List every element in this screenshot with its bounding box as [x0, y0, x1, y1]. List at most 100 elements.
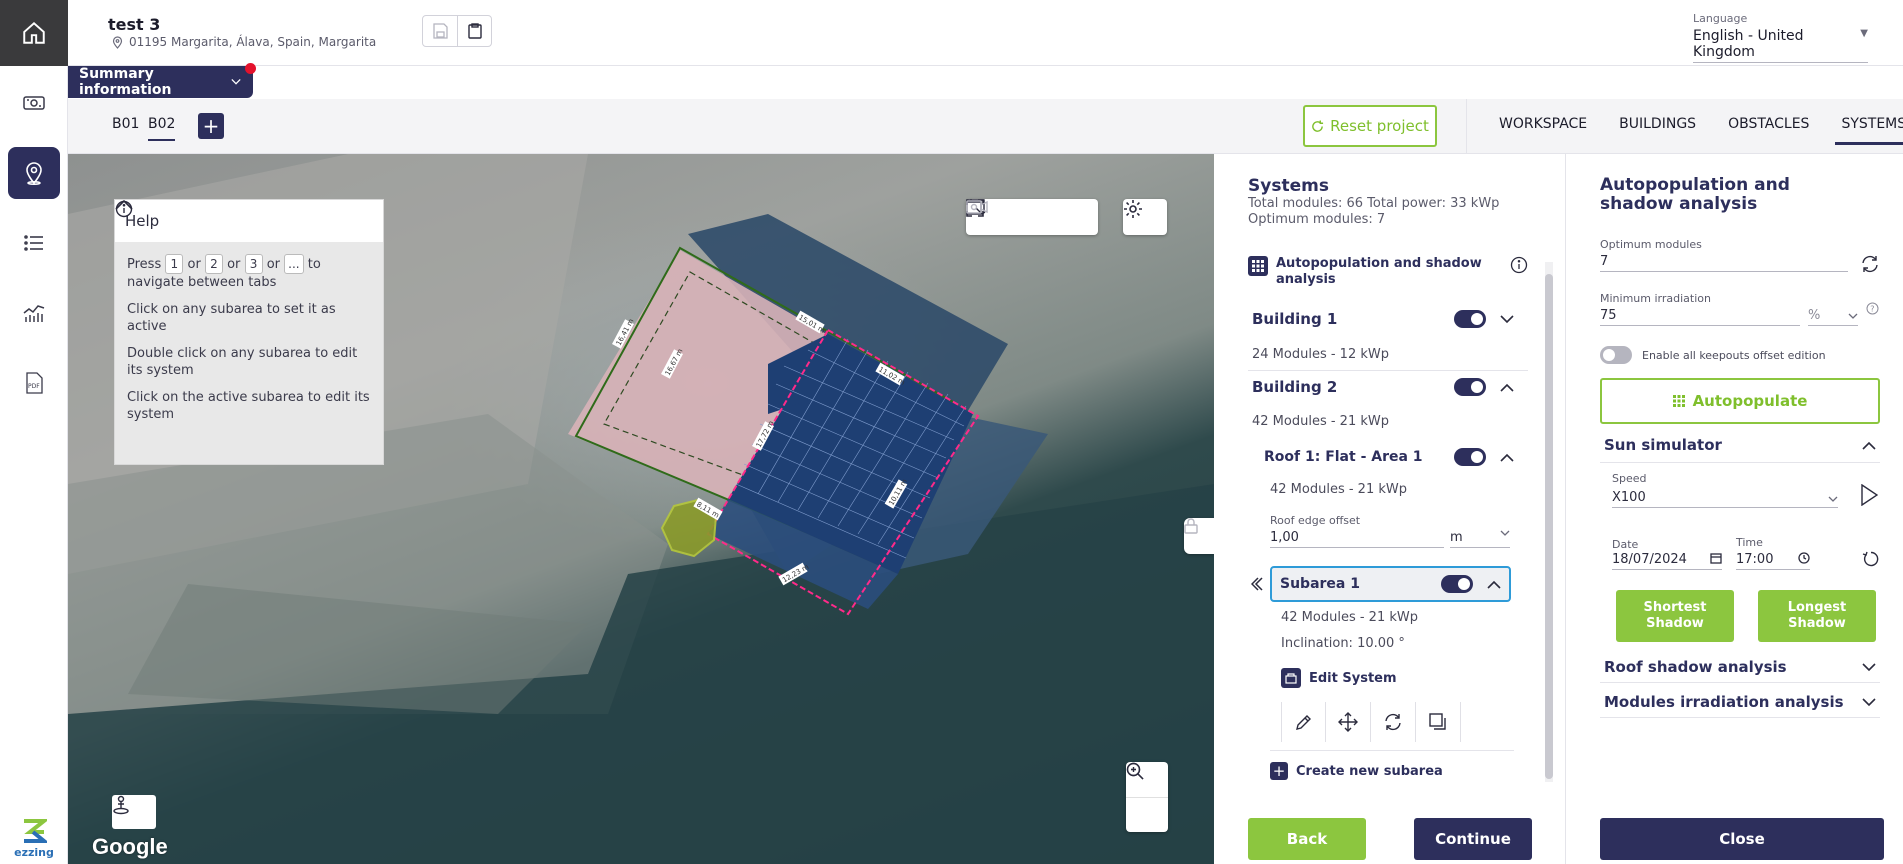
edit-button[interactable] [1281, 702, 1326, 742]
map-layers-button[interactable] [966, 199, 1054, 235]
language-select[interactable]: English - United Kingdom ▼ [1693, 28, 1868, 63]
min-irradiation-unit[interactable]: % [1808, 308, 1858, 326]
reset-time-icon[interactable] [1862, 550, 1880, 568]
add-building-button[interactable]: + [198, 113, 224, 139]
summary-information-button[interactable]: Summary information [68, 66, 253, 98]
chevron-up-icon[interactable] [1487, 580, 1501, 589]
subarea-1-inclination: Inclination: 10.00 ° [1281, 636, 1405, 651]
chevron-up-icon[interactable] [1500, 383, 1514, 392]
reset-project-button[interactable]: Reset project [1303, 105, 1437, 147]
home-icon [23, 21, 45, 44]
subarea-1-summary: 42 Modules - 21 kWp [1281, 610, 1418, 625]
satellite-map[interactable]: 16,41 m 15,01 m 11,02 m 17,72 m 10,11 m … [68, 154, 1214, 864]
ezzing-logo: ezzing [0, 818, 68, 864]
autopopulate-label: Autopopulate [1692, 392, 1808, 410]
clipboard-button[interactable] [457, 16, 491, 46]
street-view-button[interactable] [112, 795, 156, 829]
camera-button[interactable] [966, 199, 1098, 235]
building-1-row[interactable]: Building 1 [1252, 310, 1514, 328]
help-line-edit-active: Click on the active subarea to edit its … [127, 390, 370, 422]
rotate-button[interactable] [1371, 702, 1416, 742]
chevron-double-left-icon[interactable] [1251, 577, 1263, 591]
camera-icon [966, 200, 988, 214]
divider [1270, 750, 1514, 751]
longest-shadow-button[interactable]: Longest Shadow [1758, 590, 1876, 642]
gear-icon [1124, 200, 1142, 218]
building-tab-b02[interactable]: B02 [148, 116, 176, 141]
pencil-icon [1295, 715, 1311, 730]
zoom-out-icon [1126, 762, 1144, 780]
sun-simulator-header[interactable]: Sun simulator [1600, 436, 1880, 454]
tab-obstacles[interactable]: OBSTACLES [1712, 99, 1825, 154]
map-settings-button[interactable] [1123, 199, 1167, 235]
help-header[interactable]: Help [115, 200, 383, 242]
refresh-icon [1312, 119, 1324, 132]
location-pin-icon [26, 162, 42, 185]
building-1-label: Building 1 [1252, 310, 1338, 328]
building-2-toggle[interactable] [1454, 378, 1486, 396]
building-2-row[interactable]: Building 2 [1252, 378, 1514, 396]
help-circle-icon[interactable]: ? [1866, 302, 1879, 315]
date-input[interactable]: 18/07/2024 [1612, 552, 1722, 570]
close-button[interactable]: Close [1600, 818, 1884, 860]
move-button[interactable] [1326, 702, 1371, 742]
zoom-out-button[interactable] [1126, 762, 1168, 832]
home-button[interactable] [0, 0, 68, 66]
tab-workspace[interactable]: WORKSPACE [1483, 99, 1603, 154]
reset-label: Reset project [1330, 117, 1429, 135]
subarea-1-label: Subarea 1 [1280, 576, 1360, 592]
duplicate-button[interactable] [1416, 702, 1461, 742]
divider [1248, 370, 1528, 371]
building-1-toggle[interactable] [1454, 310, 1486, 328]
rail-item-pdf[interactable]: PDF [0, 348, 68, 418]
subarea-1-row[interactable]: Subarea 1 [1270, 566, 1511, 602]
key-3: 3 [244, 254, 263, 274]
roof-shadow-header[interactable]: Roof shadow analysis [1600, 658, 1880, 676]
back-button[interactable]: Back [1248, 818, 1366, 860]
shortest-shadow-button[interactable]: Shortest Shadow [1616, 590, 1734, 642]
save-disabled-button[interactable] [423, 16, 457, 46]
roof-edge-offset-unit[interactable]: m [1450, 530, 1510, 548]
rail-item-analytics[interactable] [0, 278, 68, 348]
chevron-down-icon [1862, 697, 1876, 706]
roof-edge-offset-input[interactable]: 1,00 [1270, 530, 1444, 548]
tab-buildings[interactable]: BUILDINGS [1603, 99, 1712, 154]
play-icon[interactable] [1860, 484, 1878, 506]
info-icon[interactable] [1510, 256, 1528, 274]
roof-1-toggle[interactable] [1454, 448, 1486, 466]
building-tab-b01[interactable]: B01 [112, 116, 139, 132]
help-panel: Help Press 1 or 2 or 3 or ... to navigat… [114, 199, 384, 465]
roof-1-row[interactable]: Roof 1: Flat - Area 1 [1264, 448, 1514, 466]
speed-select[interactable]: X100 [1612, 490, 1838, 508]
address-text: 01195 Margarita, Álava, Spain, Margarita [129, 35, 377, 49]
tab-systems[interactable]: SYSTEMS [1825, 99, 1903, 154]
autopopulate-button[interactable]: Autopopulate [1600, 378, 1880, 424]
time-input[interactable]: 17:00 [1736, 552, 1810, 570]
edit-system-button[interactable]: Edit System [1281, 668, 1397, 688]
create-subarea-label: Create new subarea [1296, 763, 1443, 779]
rail-item-budget[interactable] [0, 68, 68, 138]
rail-item-list[interactable] [0, 208, 68, 278]
pdf-icon: PDF [26, 372, 43, 394]
money-icon [23, 96, 45, 110]
modules-irradiation-header[interactable]: Modules irradiation analysis [1600, 693, 1880, 711]
keepouts-toggle-row[interactable]: Enable all keepouts offset edition [1600, 346, 1826, 364]
chevron-down-icon [1828, 496, 1838, 502]
help-body: Press 1 or 2 or 3 or ... to navigate bet… [115, 242, 383, 423]
clipboard-icon [467, 23, 482, 39]
keepouts-toggle[interactable] [1600, 346, 1632, 364]
chevron-up-icon[interactable] [115, 200, 133, 210]
chevron-up-icon[interactable] [1500, 453, 1514, 462]
autopopulation-link[interactable]: Autopopulation and shadow analysis [1248, 256, 1528, 288]
subarea-1-toggle[interactable] [1441, 575, 1473, 593]
lock-map-button[interactable] [1184, 518, 1214, 554]
continue-button[interactable]: Continue [1414, 818, 1532, 860]
refresh-icon[interactable] [1860, 254, 1880, 274]
min-irradiation-input[interactable]: 75 [1600, 308, 1800, 326]
chevron-down-icon[interactable] [1500, 314, 1514, 324]
panel-scrollbar[interactable] [1545, 262, 1553, 782]
subarea-tools [1281, 702, 1461, 742]
create-subarea-button[interactable]: + Create new subarea [1270, 762, 1443, 780]
optimum-modules-input[interactable]: 7 [1600, 254, 1848, 272]
rail-item-location[interactable] [0, 138, 68, 208]
